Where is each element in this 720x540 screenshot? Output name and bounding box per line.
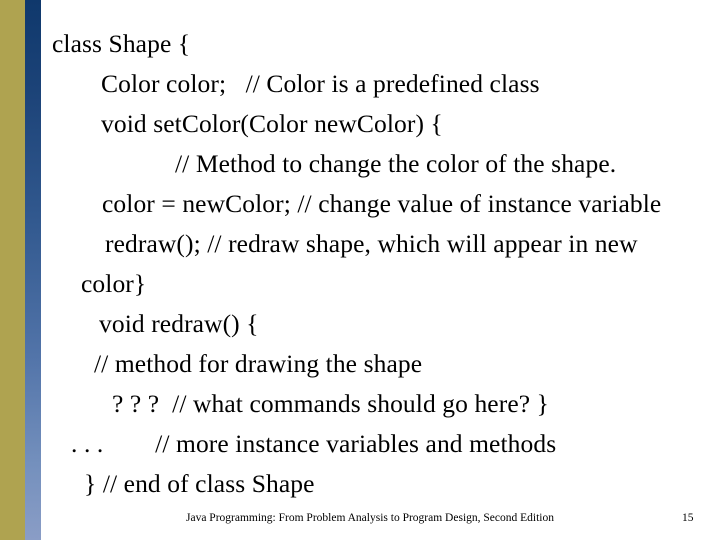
blue-gradient-accent-bar <box>25 0 41 540</box>
slide-canvas: class Shape { Color color; // Color is a … <box>0 0 720 540</box>
footer-page-number: 15 <box>682 512 694 524</box>
code-line: Color color; // Color is a predefined cl… <box>101 69 540 98</box>
code-line: void redraw() { <box>99 309 259 338</box>
code-line: color} <box>81 269 147 298</box>
code-line: class Shape { <box>52 29 191 58</box>
slide-footer: Java Programming: From Problem Analysis … <box>41 506 720 534</box>
code-listing: class Shape { Color color; // Color is a … <box>41 24 720 498</box>
code-line: } // end of class Shape <box>84 469 315 498</box>
code-line: . . . // more instance variables and met… <box>71 429 557 458</box>
code-line: ? ? ? // what commands should go here? } <box>112 389 549 418</box>
code-line: // Method to change the color of the sha… <box>175 149 617 178</box>
gold-accent-bar <box>0 0 25 540</box>
code-line: // method for drawing the shape <box>94 349 423 378</box>
code-line: void setColor(Color newColor) { <box>101 109 443 138</box>
code-line: redraw(); // redraw shape, which will ap… <box>105 229 638 258</box>
code-line: color = newColor; // change value of ins… <box>102 189 662 218</box>
footer-book-title: Java Programming: From Problem Analysis … <box>186 512 554 524</box>
